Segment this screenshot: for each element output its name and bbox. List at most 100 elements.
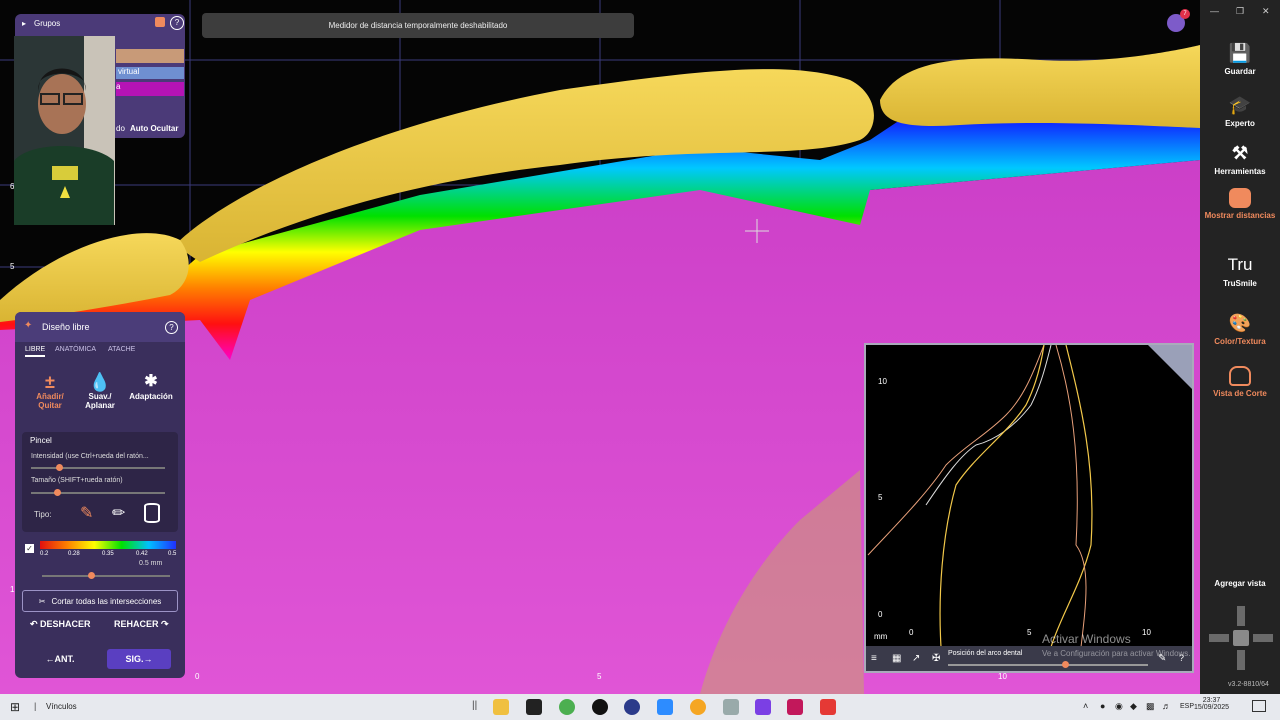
- taskbar-clock[interactable]: 23:37 15/09/2025: [1194, 697, 1229, 711]
- size-slider[interactable]: [31, 492, 165, 494]
- button-label: Cortar todas las intersecciones: [51, 596, 162, 606]
- magic-wand-icon: ✦: [24, 320, 33, 331]
- cross-section-button[interactable]: Vista de Corte: [1200, 366, 1280, 398]
- show-distances-button[interactable]: Mostrar distancias: [1200, 188, 1280, 220]
- version-label: v3.2-8810/64: [1228, 681, 1269, 688]
- arch-position-slider[interactable]: [948, 664, 1148, 666]
- axis-label: 5: [597, 672, 602, 681]
- minimize-icon[interactable]: —: [1210, 6, 1219, 16]
- group-row[interactable]: a: [116, 82, 184, 96]
- adaptation-tool[interactable]: ✱ Adaptación: [126, 372, 176, 401]
- intensity-slider[interactable]: [31, 467, 165, 469]
- brush-round-icon[interactable]: ✎: [80, 503, 93, 523]
- scale-label: 0.5: [168, 551, 177, 557]
- tray-app-icon[interactable]: ●: [1100, 701, 1105, 711]
- layers-icon[interactable]: ▦: [892, 653, 901, 664]
- sliders-icon[interactable]: ≡: [871, 653, 877, 664]
- notifications-icon[interactable]: [1252, 700, 1266, 712]
- smooth-flatten-tool[interactable]: 💧 Suav./ Aplanar: [75, 372, 125, 410]
- arch-position-handle[interactable]: [1062, 661, 1069, 668]
- scale-label: 0.42: [136, 551, 148, 557]
- y-tick: 5: [878, 493, 883, 502]
- language-indicator[interactable]: ESP: [1180, 703, 1194, 710]
- help-icon[interactable]: ?: [170, 16, 184, 30]
- tool-label: Adaptación: [129, 392, 173, 401]
- tools-label: Herramientas: [1214, 167, 1266, 176]
- design-app-icon[interactable]: [755, 699, 771, 715]
- move-icon[interactable]: ✠: [932, 653, 940, 664]
- auto-hide-toggle[interactable]: Auto Ocultar: [130, 124, 178, 133]
- color-texture-button[interactable]: 🎨 Color/Textura: [1200, 312, 1280, 346]
- network-icon[interactable]: ▩: [1146, 701, 1155, 712]
- trusmile-label: TruSmile: [1223, 279, 1257, 288]
- file-explorer-icon[interactable]: [493, 699, 509, 715]
- help-icon[interactable]: ?: [165, 321, 178, 334]
- windows-start-icon[interactable]: ⊞: [10, 700, 20, 714]
- arrow-right-icon: →: [143, 654, 153, 664]
- tools-button[interactable]: ⚒ Herramientas: [1200, 142, 1280, 176]
- collapse-icon[interactable]: ▸: [22, 19, 26, 28]
- group-row-virtual[interactable]: virtual: [116, 67, 184, 79]
- free-design-header: [15, 312, 185, 342]
- zoom-icon[interactable]: [657, 699, 673, 715]
- links-toolbar[interactable]: Vínculos: [46, 702, 77, 711]
- thickness-slider-handle[interactable]: [88, 572, 95, 579]
- y-tick: 0: [878, 610, 883, 619]
- cross-section-icon: [1229, 366, 1251, 386]
- tab-libre[interactable]: LIBRE: [25, 346, 46, 357]
- tooth-crown-right: [880, 45, 1200, 128]
- thickness-slider[interactable]: [42, 575, 170, 577]
- size-slider-handle[interactable]: [54, 489, 61, 496]
- undo-button[interactable]: ↶ DESHACER: [30, 619, 91, 630]
- restore-icon[interactable]: ❐: [1236, 6, 1244, 17]
- y-tick: 10: [878, 377, 887, 386]
- redo-button[interactable]: REHACER ↷: [114, 619, 169, 630]
- unit-label: mm: [874, 632, 888, 641]
- cylinder-brush-icon[interactable]: [144, 503, 160, 523]
- group-row-label: a: [116, 82, 121, 91]
- tray-icon[interactable]: ◆: [1130, 701, 1137, 712]
- blender-icon[interactable]: [690, 699, 706, 715]
- save-button[interactable]: 💾 Guardar: [1200, 42, 1280, 76]
- brush-flat-icon[interactable]: ✏: [112, 503, 125, 523]
- add-remove-tool[interactable]: ± Añadir/ Quitar: [25, 372, 75, 410]
- cross-section-view[interactable]: 10 5 0 mm 0 5 10: [864, 343, 1194, 673]
- close-icon[interactable]: ✕: [1262, 6, 1270, 17]
- scale-label: 0.35: [102, 551, 114, 557]
- view-left-icon[interactable]: [1209, 634, 1229, 642]
- chrome-icon[interactable]: [559, 699, 575, 715]
- view-bottom-icon[interactable]: [1237, 650, 1245, 670]
- exocad-icon[interactable]: [787, 699, 803, 715]
- intensity-slider-handle[interactable]: [56, 464, 63, 471]
- status-notice: Medidor de distancia temporalmente desha…: [202, 13, 634, 38]
- cad-icon[interactable]: [820, 699, 836, 715]
- app-icon[interactable]: [624, 699, 640, 715]
- tab-anatomica[interactable]: ANATÓMICA: [55, 346, 96, 353]
- group-row[interactable]: [116, 49, 184, 63]
- cut-intersections-button[interactable]: ✂ Cortar todas las intersecciones: [22, 590, 178, 612]
- expert-button[interactable]: 🎓 Experto: [1200, 94, 1280, 128]
- tiktok-icon[interactable]: [526, 699, 542, 715]
- view-right-icon[interactable]: [1253, 634, 1273, 642]
- taskbar-divider-icon: ||: [472, 700, 478, 711]
- prev-button[interactable]: ← ANT.: [30, 649, 90, 669]
- add-view-button[interactable]: Agregar vista: [1200, 579, 1280, 588]
- microphone-icon[interactable]: ◉: [1115, 701, 1123, 712]
- measure-icon[interactable]: ↗: [912, 653, 920, 664]
- obs-icon[interactable]: [592, 699, 608, 715]
- drop-icon: 💧: [88, 372, 112, 392]
- tab-atache[interactable]: ATACHE: [108, 346, 135, 353]
- next-button[interactable]: SIG. →: [107, 649, 171, 669]
- view-top-icon[interactable]: [1237, 606, 1245, 626]
- trusmile-button[interactable]: Tru TruSmile: [1200, 254, 1280, 288]
- groups-settings-icon[interactable]: [155, 17, 165, 27]
- x-tick: 0: [909, 628, 914, 637]
- chevron-up-icon[interactable]: ˄: [1083, 701, 1088, 711]
- panel-title: Diseño libre: [42, 322, 90, 332]
- arch-position-label: Posición del arco dental: [948, 650, 1023, 657]
- tool-app-icon[interactable]: [723, 699, 739, 715]
- color-scale-checkbox[interactable]: ✓: [25, 544, 34, 553]
- view-cube-icon[interactable]: [1233, 630, 1249, 646]
- tool-label: Suav./ Aplanar: [85, 392, 115, 410]
- volume-icon[interactable]: ♬: [1162, 701, 1171, 711]
